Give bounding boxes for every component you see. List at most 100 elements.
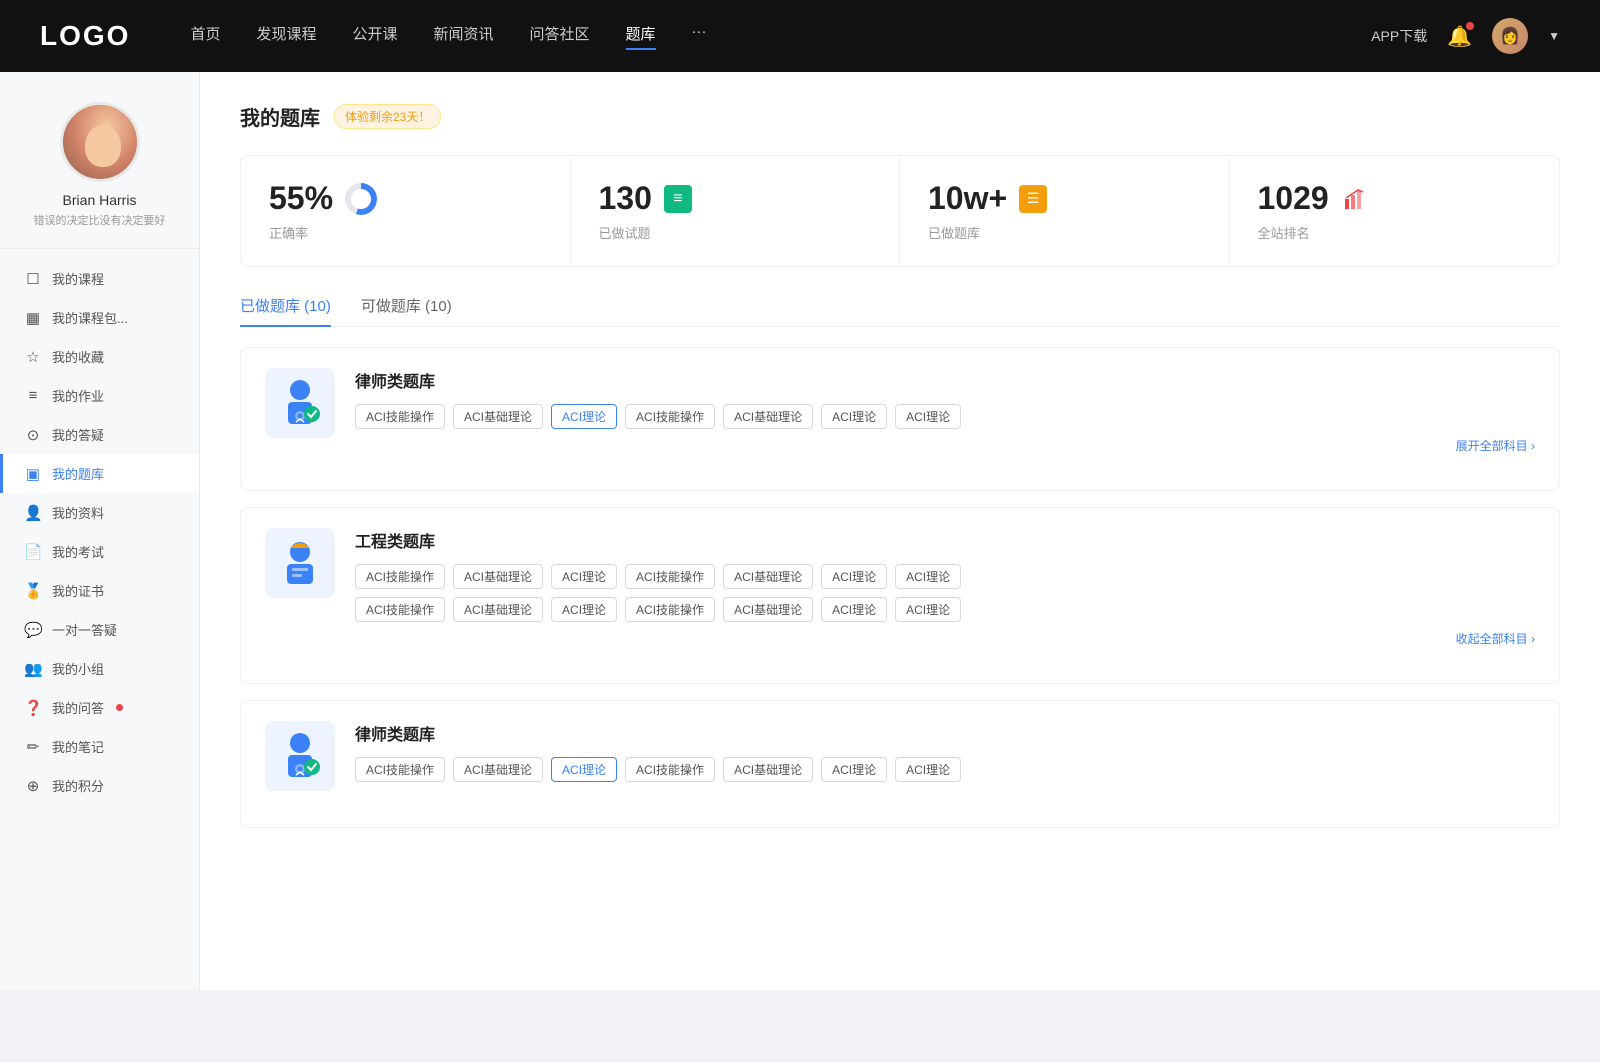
profile-name: Brian Harris bbox=[63, 192, 137, 208]
main-content: 我的题库 体验剩余23天！ 55% 正确率 130 ≡ 已做试题 bbox=[200, 72, 1600, 990]
sidebar-menu: ☐ 我的课程 ▦ 我的课程包... ☆ 我的收藏 ≡ 我的作业 ⊙ 我的答疑 ▣… bbox=[0, 259, 199, 805]
eng-tag2-3[interactable]: ACI理论 bbox=[551, 597, 617, 622]
sidebar-item-groups[interactable]: 👥 我的小组 bbox=[0, 649, 199, 688]
stat-done-banks: 10w+ ☰ 已做题库 bbox=[900, 156, 1230, 266]
sidebar-item-qa[interactable]: ⊙ 我的答疑 bbox=[0, 415, 199, 454]
notes-icon: ✏ bbox=[24, 738, 42, 756]
sidebar-item-label: 我的积分 bbox=[52, 776, 104, 795]
sidebar-item-exams[interactable]: 📄 我的考试 bbox=[0, 532, 199, 571]
sidebar-item-points[interactable]: ⊕ 我的积分 bbox=[0, 766, 199, 805]
tag-3-7[interactable]: ACI理论 bbox=[895, 757, 961, 782]
app-download-button[interactable]: APP下载 bbox=[1371, 26, 1427, 46]
1on1-qa-icon: 💬 bbox=[24, 621, 42, 639]
nav-news[interactable]: 新闻资讯 bbox=[434, 23, 494, 50]
tag-3-3[interactable]: ACI理论 bbox=[551, 757, 617, 782]
sidebar-item-label: 一对一答疑 bbox=[52, 620, 117, 639]
eng-tag-2[interactable]: ACI基础理论 bbox=[453, 564, 543, 589]
stat-done-questions-label: 已做试题 bbox=[599, 223, 872, 242]
qbank-info-1: 律师类题库 ACI技能操作 ACI基础理论 ACI理论 ACI技能操作 ACI基… bbox=[355, 368, 1535, 454]
stat-accuracy: 55% 正确率 bbox=[241, 156, 571, 266]
sidebar-item-label: 我的小组 bbox=[52, 659, 104, 678]
nav-questionbank[interactable]: 题库 bbox=[626, 23, 656, 50]
sidebar-item-questions[interactable]: ❓ 我的问答 bbox=[0, 688, 199, 727]
tag-1-1[interactable]: ACI技能操作 bbox=[355, 404, 445, 429]
tag-1-3[interactable]: ACI理论 bbox=[551, 404, 617, 429]
favorites-icon: ☆ bbox=[24, 348, 42, 366]
qbank-lawyer-icon-wrap-2 bbox=[265, 721, 335, 791]
course-packages-icon: ▦ bbox=[24, 309, 42, 327]
stat-ranking-value: 1029 bbox=[1258, 180, 1329, 217]
eng-tag-1[interactable]: ACI技能操作 bbox=[355, 564, 445, 589]
eng-tag2-5[interactable]: ACI基础理论 bbox=[723, 597, 813, 622]
lawyer-icon-svg-2 bbox=[278, 731, 322, 781]
sidebar-item-label: 我的问答 bbox=[52, 698, 104, 717]
qbank-card-engineer: 工程类题库 ACI技能操作 ACI基础理论 ACI理论 ACI技能操作 ACI基… bbox=[240, 507, 1560, 684]
eng-tag-4[interactable]: ACI技能操作 bbox=[625, 564, 715, 589]
nav-courses[interactable]: 发现课程 bbox=[256, 23, 316, 50]
my-courses-icon: ☐ bbox=[24, 270, 42, 288]
tag-3-2[interactable]: ACI基础理论 bbox=[453, 757, 543, 782]
tab-done-banks[interactable]: 已做题库 (10) bbox=[240, 295, 331, 326]
profile-data-icon: 👤 bbox=[24, 504, 42, 522]
nav-public[interactable]: 公开课 bbox=[352, 23, 397, 50]
tag-1-4[interactable]: ACI技能操作 bbox=[625, 404, 715, 429]
tag-1-2[interactable]: ACI基础理论 bbox=[453, 404, 543, 429]
qbank-tags-engineer-1: ACI技能操作 ACI基础理论 ACI理论 ACI技能操作 ACI基础理论 AC… bbox=[355, 564, 1535, 589]
ranking-icon bbox=[1341, 185, 1369, 213]
logo: LOGO bbox=[40, 20, 130, 52]
sidebar-item-course-packages[interactable]: ▦ 我的课程包... bbox=[0, 298, 199, 337]
qbank-tags-engineer-2: ACI技能操作 ACI基础理论 ACI理论 ACI技能操作 ACI基础理论 AC… bbox=[355, 597, 1535, 622]
sidebar-item-homework[interactable]: ≡ 我的作业 bbox=[0, 376, 199, 415]
nav-qa[interactable]: 问答社区 bbox=[530, 23, 590, 50]
done-questions-icon: ≡ bbox=[664, 185, 692, 213]
stats-row: 55% 正确率 130 ≡ 已做试题 10w+ ☰ 已做题库 bbox=[240, 155, 1560, 267]
expand-link-1[interactable]: 展开全部科目 › bbox=[355, 437, 1535, 454]
eng-tag-5[interactable]: ACI基础理论 bbox=[723, 564, 813, 589]
tag-3-5[interactable]: ACI基础理论 bbox=[723, 757, 813, 782]
qbank-lawyer-icon-wrap-1 bbox=[265, 368, 335, 438]
sidebar-item-label: 我的笔记 bbox=[52, 737, 104, 756]
eng-tag2-1[interactable]: ACI技能操作 bbox=[355, 597, 445, 622]
eng-tag2-2[interactable]: ACI基础理论 bbox=[453, 597, 543, 622]
eng-tag2-4[interactable]: ACI技能操作 bbox=[625, 597, 715, 622]
nav-more[interactable]: ··· bbox=[692, 23, 707, 50]
tab-available-banks[interactable]: 可做题库 (10) bbox=[361, 295, 452, 326]
stat-done-banks-value: 10w+ bbox=[928, 180, 1007, 217]
eng-tag-3[interactable]: ACI理论 bbox=[551, 564, 617, 589]
qbank-info-2: 律师类题库 ACI技能操作 ACI基础理论 ACI理论 ACI技能操作 ACI基… bbox=[355, 721, 1535, 782]
qbank-header-engineer: 工程类题库 ACI技能操作 ACI基础理论 ACI理论 ACI技能操作 ACI基… bbox=[265, 528, 1535, 647]
groups-icon: 👥 bbox=[24, 660, 42, 678]
sidebar-item-1on1-qa[interactable]: 💬 一对一答疑 bbox=[0, 610, 199, 649]
tag-3-1[interactable]: ACI技能操作 bbox=[355, 757, 445, 782]
sidebar-item-label: 我的证书 bbox=[52, 581, 104, 600]
avatar[interactable]: 👩 bbox=[1492, 18, 1528, 54]
nav-home[interactable]: 首页 bbox=[190, 23, 220, 50]
sidebar-item-profile-data[interactable]: 👤 我的资料 bbox=[0, 493, 199, 532]
sidebar-item-question-bank[interactable]: ▣ 我的题库 bbox=[0, 454, 199, 493]
notification-bell[interactable]: 🔔 bbox=[1447, 24, 1472, 49]
collapse-link-engineer[interactable]: 收起全部科目 › bbox=[355, 630, 1535, 647]
tag-1-5[interactable]: ACI基础理论 bbox=[723, 404, 813, 429]
sidebar-item-label: 我的资料 bbox=[52, 503, 104, 522]
avatar-dropdown-arrow[interactable]: ▼ bbox=[1548, 29, 1560, 43]
eng-tag2-7[interactable]: ACI理论 bbox=[895, 597, 961, 622]
points-icon: ⊕ bbox=[24, 777, 42, 795]
eng-tag-7[interactable]: ACI理论 bbox=[895, 564, 961, 589]
profile-avatar-image bbox=[63, 105, 137, 179]
sidebar-item-certificates[interactable]: 🏅 我的证书 bbox=[0, 571, 199, 610]
done-banks-icon: ☰ bbox=[1019, 185, 1047, 213]
sidebar-item-favorites[interactable]: ☆ 我的收藏 bbox=[0, 337, 199, 376]
eng-tag-6[interactable]: ACI理论 bbox=[821, 564, 887, 589]
nav-links: 首页 发现课程 公开课 新闻资讯 问答社区 题库 ··· bbox=[190, 23, 1371, 50]
stat-done-questions-value: 130 bbox=[599, 180, 652, 217]
tag-1-7[interactable]: ACI理论 bbox=[895, 404, 961, 429]
page-title-row: 我的题库 体验剩余23天！ bbox=[240, 102, 1560, 131]
questions-icon: ❓ bbox=[24, 699, 42, 717]
sidebar-item-notes[interactable]: ✏ 我的笔记 bbox=[0, 727, 199, 766]
sidebar-item-my-courses[interactable]: ☐ 我的课程 bbox=[0, 259, 199, 298]
tag-3-6[interactable]: ACI理论 bbox=[821, 757, 887, 782]
eng-tag2-6[interactable]: ACI理论 bbox=[821, 597, 887, 622]
tag-3-4[interactable]: ACI技能操作 bbox=[625, 757, 715, 782]
tag-1-6[interactable]: ACI理论 bbox=[821, 404, 887, 429]
qbank-info-engineer: 工程类题库 ACI技能操作 ACI基础理论 ACI理论 ACI技能操作 ACI基… bbox=[355, 528, 1535, 647]
